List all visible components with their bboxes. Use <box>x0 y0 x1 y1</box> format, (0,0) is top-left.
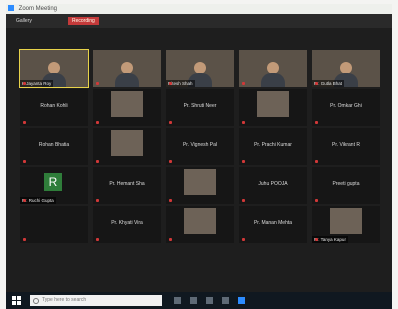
participant-tile[interactable]: Ritesh Shah <box>166 50 234 87</box>
muted-mic-icon <box>169 121 172 124</box>
participant-profile-photo <box>111 130 143 156</box>
participant-tile[interactable] <box>93 50 161 87</box>
taskbar-search-input[interactable]: Type here to search <box>30 295 162 306</box>
muted-mic-icon <box>23 238 26 241</box>
muted-mic-icon <box>23 121 26 124</box>
participant-tile[interactable]: Pr. Vignesh Pal <box>166 128 234 165</box>
participant-video-body <box>115 73 139 87</box>
participant-tile[interactable]: Pr. Prachi Kumar <box>239 128 307 165</box>
muted-mic-icon <box>169 199 172 202</box>
participant-grid: K Jayanta Roy Ritesh Shah Pr. Gutla Bhat Ro… <box>19 49 382 282</box>
muted-mic-icon <box>169 82 172 85</box>
muted-mic-icon <box>315 121 318 124</box>
participant-avatar: R <box>44 173 62 191</box>
participant-profile-photo <box>330 208 362 234</box>
participant-profile-photo <box>184 208 216 234</box>
window-titlebar: Zoom Meeting <box>6 4 392 14</box>
participant-name: Pr. Vikrant R <box>332 142 360 148</box>
participant-tile[interactable]: Juhu POOJA <box>239 167 307 204</box>
participant-tile[interactable] <box>20 206 88 243</box>
muted-mic-icon <box>315 160 318 163</box>
muted-mic-icon <box>242 199 245 202</box>
participant-name: Pr. Vignesh Pal <box>182 142 218 148</box>
participant-profile-photo <box>257 91 289 117</box>
task-view-icon[interactable] <box>174 297 181 304</box>
participant-tile[interactable]: K Jayanta Roy <box>19 49 89 88</box>
windows-start-icon[interactable] <box>12 296 21 305</box>
window-title: Zoom Meeting <box>18 6 58 12</box>
recording-indicator[interactable]: Recording <box>68 17 99 25</box>
muted-mic-icon <box>169 238 172 241</box>
participant-tile[interactable]: Preeti gupta <box>312 167 380 204</box>
muted-mic-icon <box>23 82 26 85</box>
participant-name: Pr. Khyati Vira <box>111 220 143 226</box>
store-icon[interactable] <box>222 297 229 304</box>
muted-mic-icon <box>23 160 26 163</box>
view-toggle-button[interactable]: Gallery <box>12 17 36 25</box>
participant-tile[interactable]: Pr. Tanya Kapur <box>312 206 380 243</box>
muted-mic-icon <box>242 82 245 85</box>
muted-mic-icon <box>96 238 99 241</box>
participant-tile[interactable]: Pr. Shruti Neer <box>166 89 234 126</box>
participant-tile[interactable]: Rohan Bhatia <box>20 128 88 165</box>
participant-name: Pr. Omkar Ghi <box>330 103 362 109</box>
participant-profile-photo <box>184 169 216 195</box>
participant-profile-photo <box>111 91 143 117</box>
participant-tile[interactable] <box>166 206 234 243</box>
participant-tile[interactable]: Pr. Gutla Bhat <box>312 50 380 87</box>
participant-tile[interactable]: Pr. Omkar Ghi <box>312 89 380 126</box>
participant-name: Pr. Hemant Sha <box>109 181 145 187</box>
participant-name: Preeti gupta <box>332 181 360 187</box>
participant-tile[interactable] <box>93 128 161 165</box>
participant-video-body <box>261 73 285 87</box>
participant-tile[interactable]: R Pr. Ruchi Gupta <box>20 167 88 204</box>
meeting-window: Gallery Recording K Jayanta Roy Ritesh Sh… <box>6 14 392 292</box>
participant-tile[interactable] <box>93 89 161 126</box>
windows-taskbar: Type here to search <box>6 292 392 309</box>
muted-mic-icon <box>23 199 26 202</box>
muted-mic-icon <box>315 238 318 241</box>
participant-name: Rohan Kohli <box>40 103 68 109</box>
participant-tile[interactable] <box>166 167 234 204</box>
muted-mic-icon <box>242 160 245 163</box>
muted-mic-icon <box>96 121 99 124</box>
muted-mic-icon <box>315 82 318 85</box>
search-placeholder: Type here to search <box>42 297 87 303</box>
participant-tile[interactable]: Rohan Kohli <box>20 89 88 126</box>
muted-mic-icon <box>96 82 99 85</box>
participant-tile[interactable] <box>239 50 307 87</box>
muted-mic-icon <box>96 160 99 163</box>
participant-name: Pr. Shruti Neer <box>183 103 217 109</box>
file-explorer-icon[interactable] <box>190 297 197 304</box>
participant-tile[interactable] <box>239 89 307 126</box>
zoom-taskbar-icon[interactable] <box>238 297 245 304</box>
muted-mic-icon <box>96 199 99 202</box>
participant-name: Rohan Bhatia <box>38 142 70 148</box>
participant-tile[interactable]: Pr. Manan Mehta <box>239 206 307 243</box>
participant-name: Pr. Manan Mehta <box>253 220 293 226</box>
meeting-topbar: Gallery Recording <box>6 14 392 28</box>
participant-tile[interactable]: Pr. Khyati Vira <box>93 206 161 243</box>
browser-icon[interactable] <box>206 297 213 304</box>
muted-mic-icon <box>169 160 172 163</box>
muted-mic-icon <box>315 199 318 202</box>
participant-name: Juhu POOJA <box>258 181 288 187</box>
search-icon <box>33 298 39 304</box>
participant-name: Pr. Prachi Kumar <box>254 142 292 148</box>
participant-tile[interactable]: Pr. Hemant Sha <box>93 167 161 204</box>
muted-mic-icon <box>242 238 245 241</box>
zoom-app-icon <box>8 5 14 12</box>
participant-tile[interactable]: Pr. Vikrant R <box>312 128 380 165</box>
muted-mic-icon <box>242 121 245 124</box>
